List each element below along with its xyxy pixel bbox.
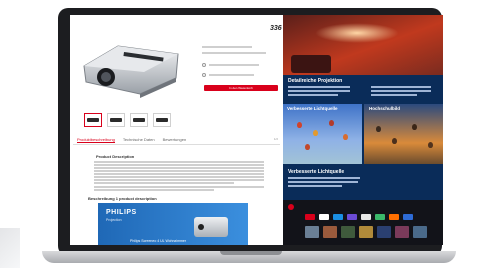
text-line: [94, 179, 264, 181]
app-tile: [389, 214, 399, 220]
laptop-notch: [220, 251, 282, 255]
hero-text-line: [288, 86, 350, 88]
feature-text-line: [288, 181, 358, 183]
banner-projector-image: [194, 217, 228, 237]
balloon: [428, 142, 433, 148]
laptop-screen: 336 In den Warenkorb Produktbeschreibung…: [70, 15, 443, 245]
app-tile: [361, 214, 371, 220]
balloon: [343, 134, 348, 140]
image-label-1: Verbesserte Lichtquelle: [287, 106, 338, 111]
app-tile: [347, 214, 357, 220]
banner-caption: Philips Screeneo 4 UL Wohnzimmer: [130, 239, 187, 243]
balloons-sunset-image: [364, 104, 443, 164]
poster-tile: [413, 226, 427, 238]
hero-text-line: [371, 94, 417, 96]
text-line: [94, 161, 264, 163]
balloon: [376, 126, 381, 132]
thumbnail[interactable]: [153, 113, 171, 127]
thumbnail-strip: [84, 113, 171, 127]
banner-subtitle: Projection: [106, 218, 122, 222]
hero-text-line: [288, 94, 338, 96]
marketing-panel: Detailreiche Projektion Verbesserte Lich…: [283, 15, 443, 245]
app-tile: [403, 214, 413, 220]
hero-living-room-image: [283, 15, 443, 75]
tab-specs[interactable]: Technische Daten: [123, 137, 155, 142]
text-line: [94, 186, 264, 188]
tv-home-icon: [288, 204, 294, 210]
feature-text-line: [288, 177, 360, 179]
thumbnail-image: [110, 118, 122, 122]
philips-logo: PHILIPS: [106, 209, 137, 216]
hero-title: Detailreiche Projektion: [288, 78, 343, 84]
feature-text-line: [288, 185, 342, 187]
feature-title: Verbesserte Lichtquelle: [288, 169, 345, 175]
app-tile: [305, 214, 315, 220]
thumbnail-image: [87, 118, 99, 122]
product-tabs: Produktbeschreibung Technische Daten Bew…: [73, 135, 280, 145]
tab-badge: 1/2: [273, 137, 278, 141]
app-tile: [375, 214, 385, 220]
text-line: [94, 170, 264, 172]
hero-text-line: [371, 86, 431, 88]
option-radio[interactable]: [202, 73, 206, 77]
text-line: [94, 182, 234, 184]
add-to-cart-button[interactable]: In den Warenkorb: [204, 85, 278, 91]
text-line: [94, 189, 214, 191]
thumbnail-image: [156, 118, 168, 122]
balloon: [313, 130, 318, 136]
brand-banner: PHILIPS Projection Philips Screeneo 4 UL…: [98, 203, 248, 245]
thumbnail[interactable]: [130, 113, 148, 127]
hero-text-line: [371, 90, 431, 92]
balloon: [329, 120, 334, 126]
poster-tile: [323, 226, 337, 238]
projector-product-image: [83, 45, 179, 98]
balloon: [305, 144, 310, 150]
laptop-scene: 336 In den Warenkorb Produktbeschreibung…: [0, 0, 487, 271]
app-tile: [333, 214, 343, 220]
smart-tv-ui-image: [283, 200, 443, 245]
product-page: 336 In den Warenkorb Produktbeschreibung…: [70, 15, 283, 245]
ceiling-glow: [315, 23, 399, 43]
thumbnail-image: [133, 118, 145, 122]
poster-tile: [359, 226, 373, 238]
balloon: [392, 138, 397, 144]
description-heading-2: Beschreibung 1 product description: [88, 196, 157, 201]
app-tile: [319, 214, 329, 220]
poster-tile: [377, 226, 391, 238]
balloons-daylight-image: [283, 104, 362, 164]
hero-text-line: [288, 90, 350, 92]
text-line: [94, 173, 264, 175]
thumbnail[interactable]: [107, 113, 125, 127]
text-line: [94, 164, 264, 166]
sofa-shape: [291, 55, 331, 73]
option-radio[interactable]: [202, 63, 206, 67]
tab-description[interactable]: Produktbeschreibung: [77, 137, 115, 143]
product-meta-line: [202, 52, 266, 54]
option-label-line: [209, 74, 254, 76]
balloon: [297, 122, 302, 128]
text-line: [94, 167, 264, 169]
image-label-2: Hochschulbild: [369, 106, 401, 111]
description-heading: Product Description: [96, 154, 135, 159]
tab-reviews[interactable]: Bewertungen: [163, 137, 187, 142]
product-meta-line: [202, 46, 252, 48]
floor-shadow: [0, 228, 20, 268]
add-to-cart-label: In den Warenkorb: [229, 86, 253, 90]
poster-tile: [341, 226, 355, 238]
option-label-line: [209, 64, 259, 66]
thumbnail[interactable]: [84, 113, 102, 127]
poster-tile: [395, 226, 409, 238]
poster-tile: [305, 226, 319, 238]
text-line: [94, 176, 264, 178]
balloon: [412, 124, 417, 130]
brand-tag: 336: [270, 25, 282, 32]
